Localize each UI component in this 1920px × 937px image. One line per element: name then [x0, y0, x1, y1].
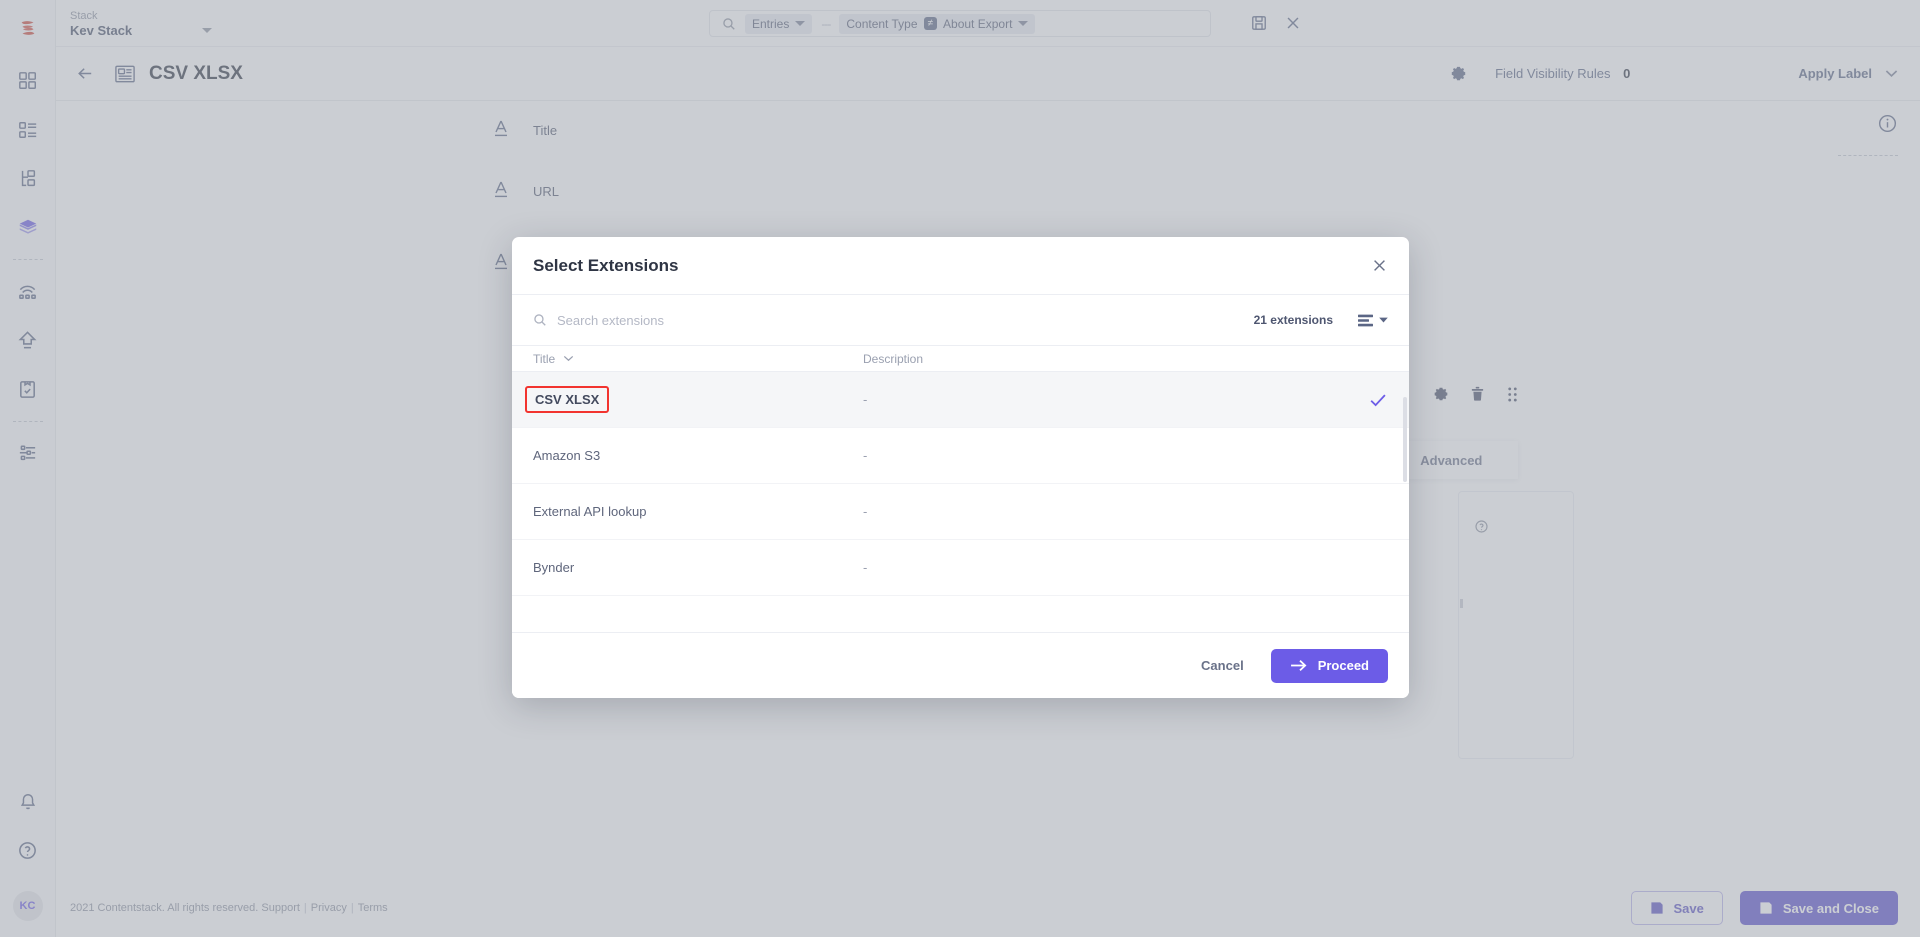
row-title-cell: Bynder: [533, 560, 575, 575]
app-root: KC Stack Kev Stack Entries ---: [0, 0, 1920, 937]
modal-layer: Select Extensions 21 extensions: [0, 0, 1920, 937]
proceed-button-label: Proceed: [1317, 658, 1369, 673]
row-title-cell: CSV XLSX: [525, 386, 863, 413]
column-header-description: Description: [863, 352, 923, 366]
table-row[interactable]: Amazon S3 -: [512, 428, 1409, 484]
modal-search-row: 21 extensions: [512, 295, 1409, 345]
modal-footer: Cancel Proceed: [512, 632, 1409, 698]
row-title-cell: External API lookup: [533, 504, 647, 519]
modal-title: Select Extensions: [533, 255, 679, 275]
column-header-title-label: Title: [533, 351, 556, 366]
row-title-highlight: CSV XLSX: [525, 386, 610, 413]
close-icon[interactable]: [1371, 257, 1388, 274]
column-header-title[interactable]: Title: [533, 352, 863, 366]
list-view-icon: [1358, 314, 1374, 327]
table-row[interactable]: Bynder -: [512, 540, 1409, 596]
row-description-cell: -: [863, 392, 868, 407]
chevron-down-icon: [563, 355, 574, 362]
cancel-button[interactable]: Cancel: [1201, 658, 1244, 673]
table-header: Title Description: [512, 345, 1409, 372]
extension-count: 21 extensions: [1253, 313, 1333, 327]
proceed-button[interactable]: Proceed: [1270, 648, 1388, 683]
extensions-list[interactable]: CSV XLSX - Amazon S3 - External API look…: [512, 372, 1409, 632]
modal-header: Select Extensions: [512, 237, 1409, 295]
row-description-cell: -: [863, 504, 868, 519]
search-icon: [533, 313, 547, 327]
caret-down-icon: [1379, 317, 1388, 323]
table-row[interactable]: External API lookup -: [512, 484, 1409, 540]
row-description-cell: -: [863, 448, 868, 463]
arrow-right-icon: [1290, 659, 1307, 672]
check-icon: [1368, 390, 1388, 410]
column-header-description-label: Description: [863, 351, 924, 366]
list-scrollbar[interactable]: [1403, 397, 1407, 482]
row-title-cell: Amazon S3: [533, 448, 601, 463]
row-description-cell: -: [863, 560, 868, 575]
view-toggle[interactable]: [1358, 314, 1388, 327]
select-extensions-modal: Select Extensions 21 extensions: [512, 237, 1409, 698]
search-input[interactable]: [557, 312, 1244, 328]
table-row[interactable]: CSV XLSX -: [512, 372, 1409, 428]
